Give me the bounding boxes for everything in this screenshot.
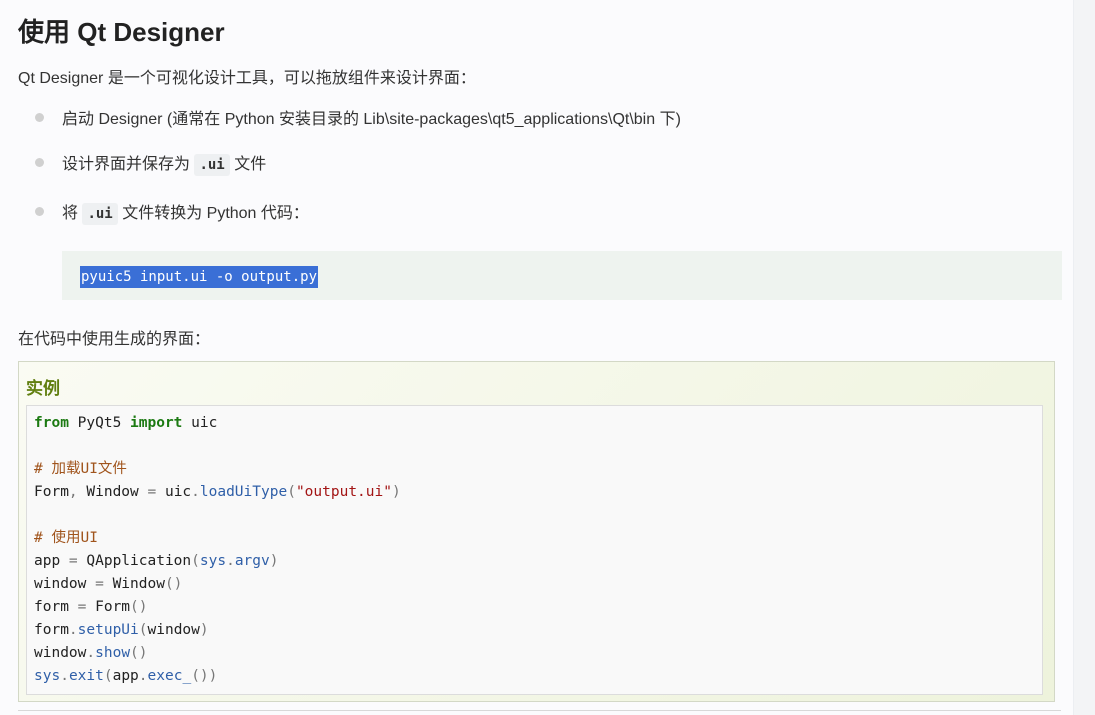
command-code-block[interactable]: pyuic5 input.ui -o output.py xyxy=(62,251,1062,300)
inline-code: .ui xyxy=(194,154,230,176)
example-code-block[interactable]: from PyQt5 import uic # 加载UI文件 Form, Win… xyxy=(26,405,1043,695)
code-line: sys.exit(app.exec_()) xyxy=(34,668,218,684)
inline-code: .ui xyxy=(82,203,118,225)
bullet-icon xyxy=(35,158,44,167)
bullet-icon xyxy=(35,207,44,216)
selected-command-text[interactable]: pyuic5 input.ui -o output.py xyxy=(80,266,319,288)
step-text-before: 设计界面并保存为 xyxy=(62,156,195,173)
code-comment: # 使用UI xyxy=(34,530,98,546)
code-comment: # 加载UI文件 xyxy=(34,461,127,477)
list-item: 启动 Designer (通常在 Python 安装目录的 Lib\site-p… xyxy=(0,106,1073,151)
bullet-icon xyxy=(35,113,44,122)
steps-list: 启动 Designer (通常在 Python 安装目录的 Lib\site-p… xyxy=(0,106,1073,228)
code-line: app = QApplication(sys.argv) xyxy=(34,553,279,569)
code-line: window = Window() xyxy=(34,576,183,592)
step-text: 启动 Designer (通常在 Python 安装目录的 Lib\site-p… xyxy=(62,111,681,128)
step-text-after: 文件转换为 Python 代码： xyxy=(117,205,309,222)
page-title: 使用 Qt Designer xyxy=(18,17,225,47)
code-line: from PyQt5 import uic xyxy=(34,415,218,431)
step-text-before: 将 xyxy=(62,205,83,222)
code-line: window.show() xyxy=(34,645,148,661)
code-line: Form, Window = uic.loadUiType("output.ui… xyxy=(34,484,401,500)
step-text-after: 文件 xyxy=(229,156,267,173)
list-item: 将 .ui 文件转换为 Python 代码： xyxy=(0,200,1073,228)
code-text: from PyQt5 import uic # 加载UI文件 Form, Win… xyxy=(34,412,401,688)
example-title: 实例 xyxy=(26,379,60,398)
code-line: form = Form() xyxy=(34,599,148,615)
code-line: form.setupUi(window) xyxy=(34,622,209,638)
list-item: 设计界面并保存为 .ui 文件 xyxy=(0,151,1073,200)
page-margin xyxy=(1074,0,1095,715)
article-page: 使用 Qt Designer Qt Designer 是一个可视化设计工具，可以… xyxy=(0,0,1074,715)
usage-paragraph: 在代码中使用生成的界面： xyxy=(18,331,211,348)
section-divider xyxy=(18,710,1061,711)
intro-text: Qt Designer 是一个可视化设计工具，可以拖放组件来设计界面： xyxy=(18,70,476,87)
example-box: 实例 from PyQt5 import uic # 加载UI文件 Form, … xyxy=(18,361,1055,702)
